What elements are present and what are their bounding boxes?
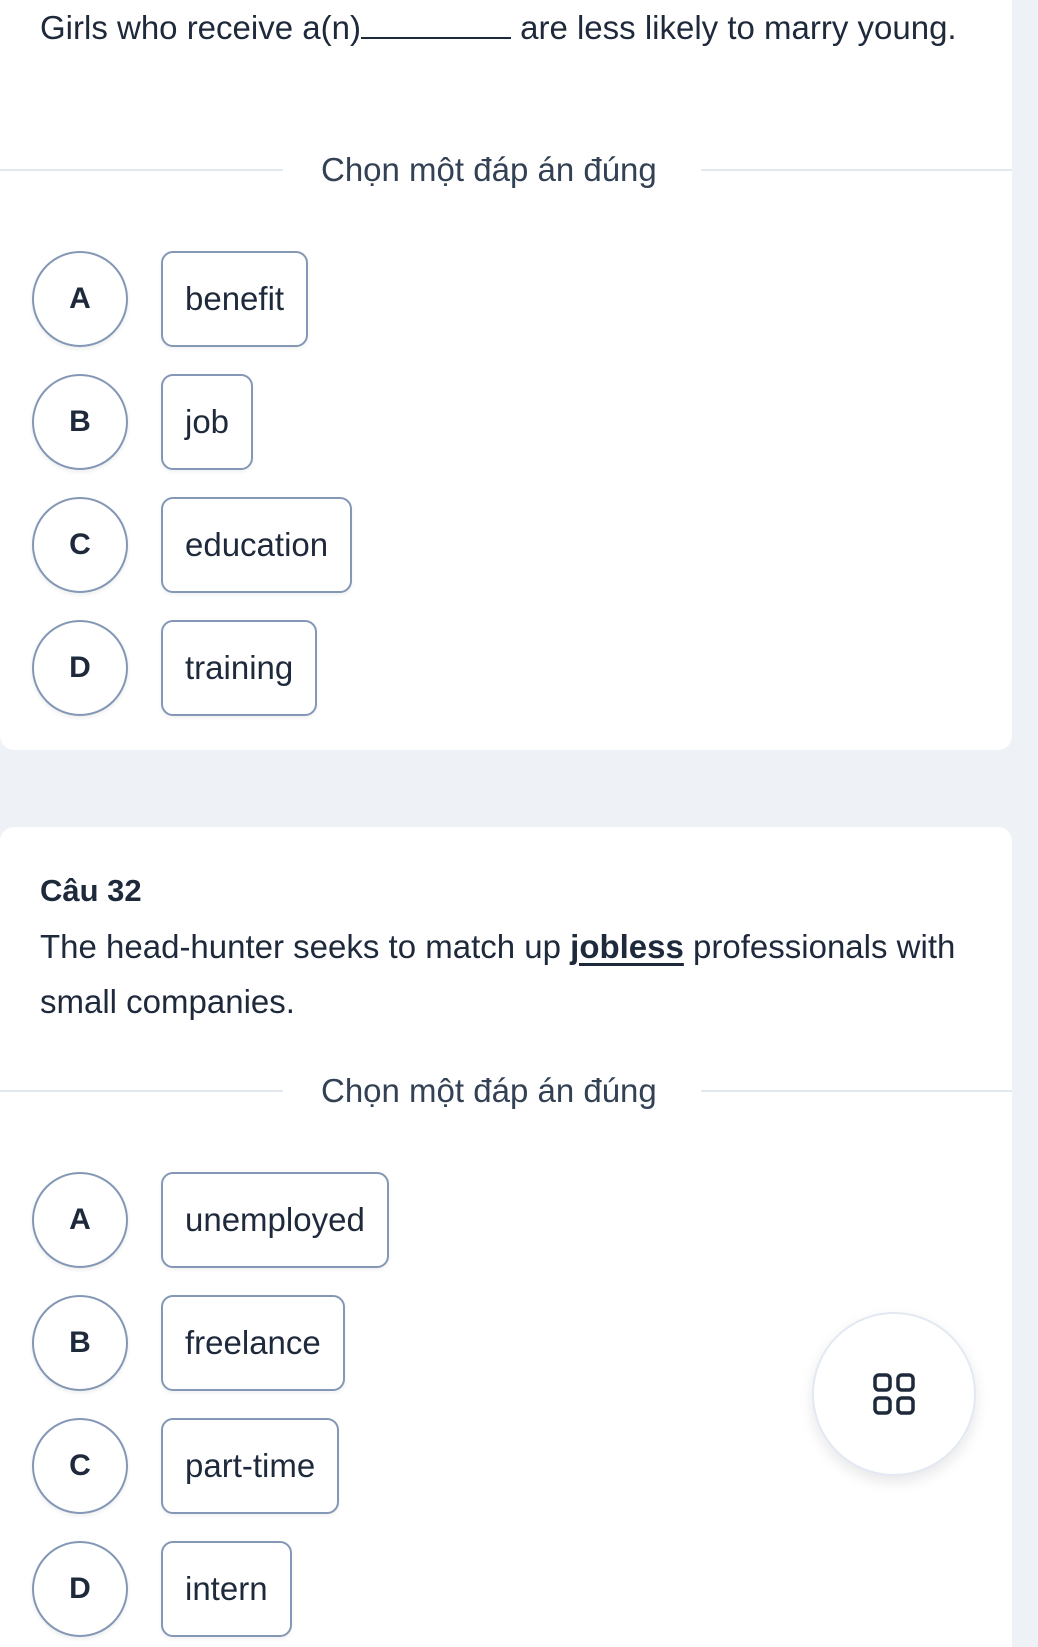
question-number: Câu 32: [40, 873, 142, 908]
option-letter[interactable]: D: [32, 1541, 128, 1637]
question-card-2: Câu 32 The head-hunter seeks to match up…: [0, 827, 1012, 1647]
option-text[interactable]: freelance: [161, 1295, 345, 1391]
question-text-after: are less likely to marry young.: [510, 9, 957, 46]
option-text[interactable]: benefit: [161, 251, 309, 347]
question-text: Girls who receive a(n) are less likely t…: [40, 0, 980, 55]
option-text[interactable]: unemployed: [161, 1172, 389, 1268]
option-c[interactable]: C part-time: [32, 1416, 340, 1516]
answer-blank: [360, 9, 511, 39]
option-a[interactable]: A unemployed: [32, 1170, 389, 1270]
divider-line: [700, 1090, 1012, 1092]
divider-line: [0, 169, 283, 171]
option-letter[interactable]: A: [32, 1172, 128, 1268]
question-text-before: Girls who receive a(n): [40, 9, 361, 46]
question-card-1: Girls who receive a(n) are less likely t…: [0, 0, 1012, 750]
option-text[interactable]: job: [161, 374, 254, 470]
underlined-word: jobless: [570, 928, 684, 965]
option-text[interactable]: training: [161, 620, 318, 716]
question-text-before: The head-hunter seeks to match up: [40, 928, 571, 965]
option-c[interactable]: C education: [32, 495, 353, 595]
instruction-label: Chọn một đáp án đúng: [321, 1072, 657, 1109]
question-grid-button[interactable]: [812, 1312, 976, 1476]
option-letter[interactable]: B: [32, 1295, 128, 1391]
option-text[interactable]: part-time: [161, 1418, 340, 1514]
option-b[interactable]: B job: [32, 372, 254, 472]
question-text: The head-hunter seeks to match up jobles…: [40, 919, 980, 1029]
option-d[interactable]: D training: [32, 618, 318, 718]
option-a[interactable]: A benefit: [32, 249, 309, 349]
option-letter[interactable]: B: [32, 374, 128, 470]
divider-line: [700, 169, 1012, 171]
option-letter[interactable]: D: [32, 620, 128, 716]
divider-line: [0, 1090, 283, 1092]
option-letter[interactable]: C: [32, 1418, 128, 1514]
option-text[interactable]: education: [161, 497, 353, 593]
instruction-divider: Chọn một đáp án đúng: [0, 151, 1012, 188]
grid-icon: [873, 1373, 915, 1415]
option-b[interactable]: B freelance: [32, 1293, 345, 1393]
option-text[interactable]: intern: [161, 1541, 292, 1637]
instruction-label: Chọn một đáp án đúng: [321, 151, 657, 188]
option-d[interactable]: D intern: [32, 1539, 292, 1639]
option-letter[interactable]: A: [32, 251, 128, 347]
instruction-divider: Chọn một đáp án đúng: [0, 1072, 1012, 1109]
option-letter[interactable]: C: [32, 497, 128, 593]
